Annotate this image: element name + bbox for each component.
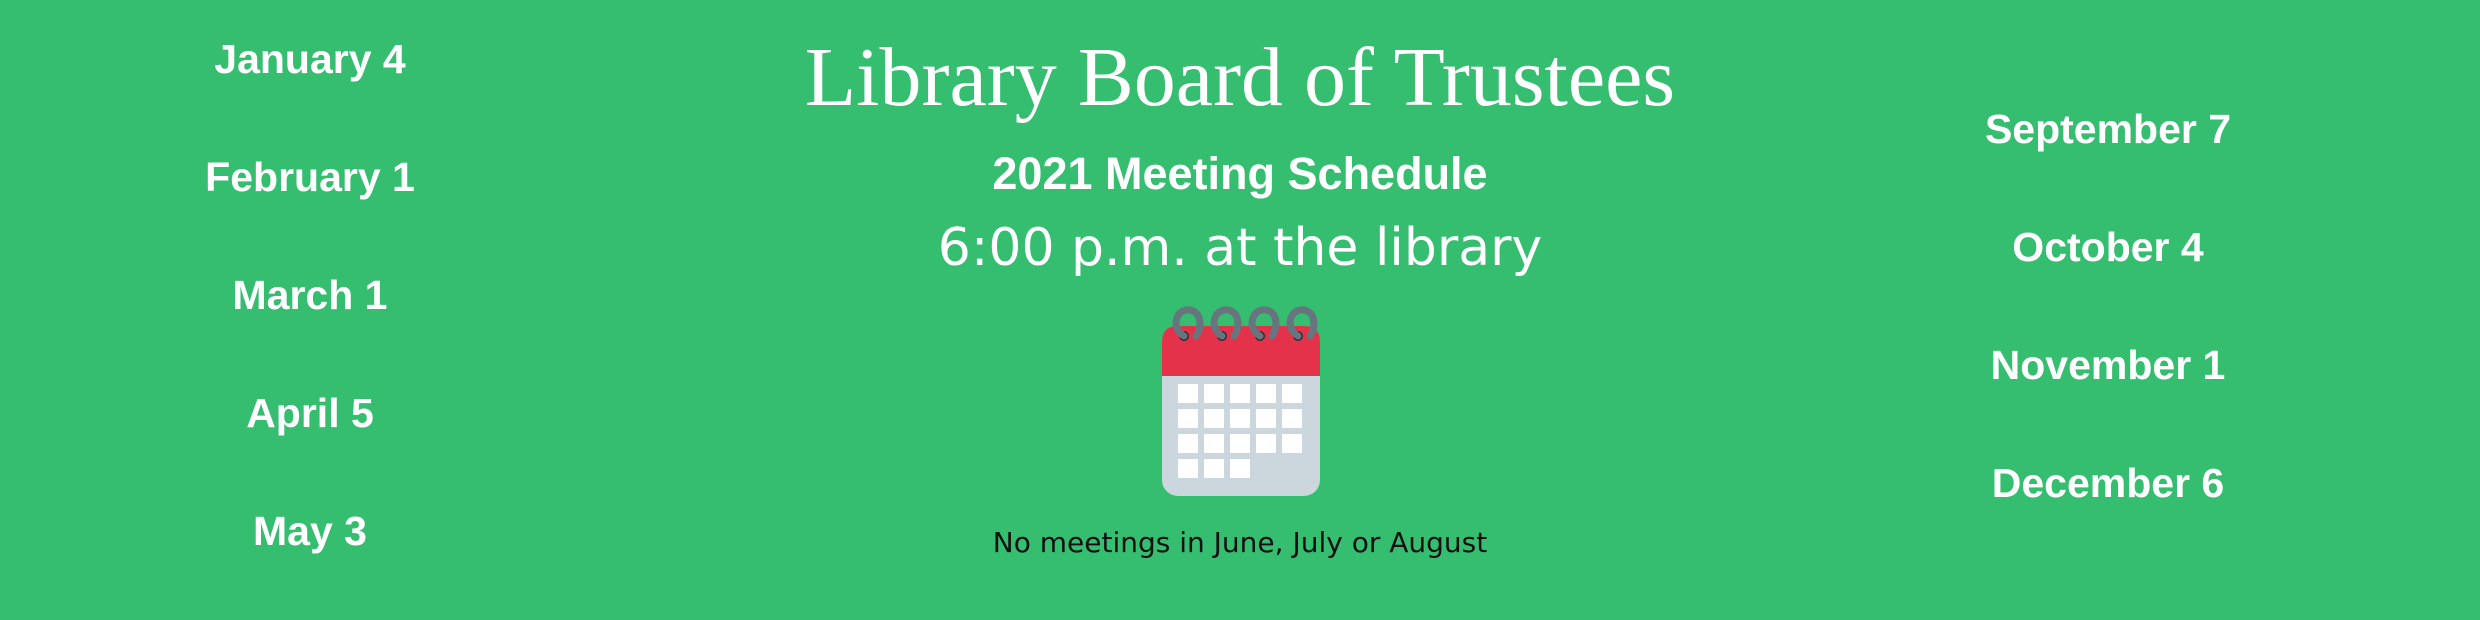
meeting-date: October 4 <box>2012 224 2204 270</box>
meeting-date: November 1 <box>1990 342 2226 388</box>
meeting-date: April 5 <box>246 390 374 436</box>
schedule-subtitle: 2021 Meeting Schedule <box>992 148 1488 199</box>
meeting-date: September 7 <box>1984 106 2232 152</box>
meeting-date: December 6 <box>1991 460 2225 506</box>
no-meetings-note: No meetings in June, July or August <box>992 526 1488 559</box>
calendar-icon <box>1162 306 1320 496</box>
